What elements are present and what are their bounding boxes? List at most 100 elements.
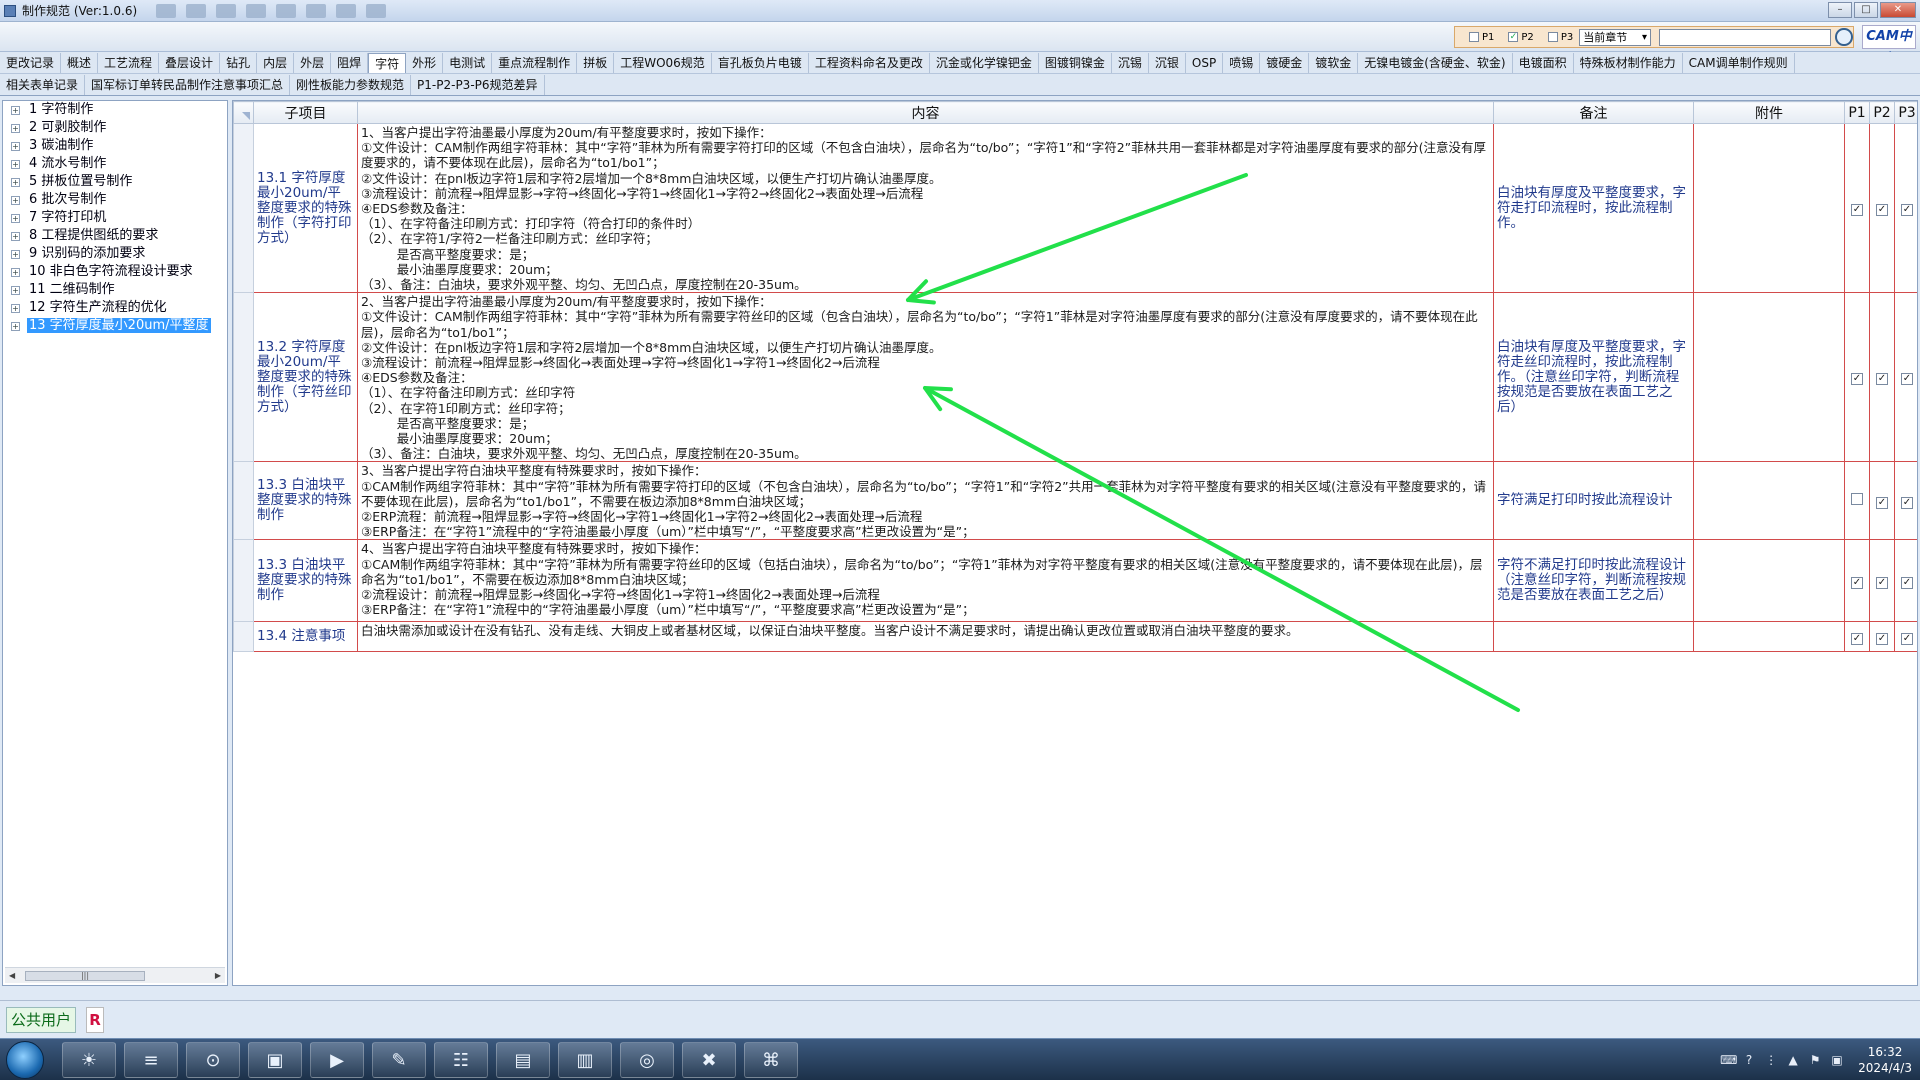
tab-26[interactable]: 特殊板材制作能力 xyxy=(1574,53,1683,73)
quick-access-icon[interactable] xyxy=(366,3,387,18)
search-input[interactable] xyxy=(1659,28,1832,46)
viewer-icon[interactable]: ◎ xyxy=(620,1042,674,1078)
expand-icon[interactable]: + xyxy=(11,286,20,295)
pen-icon[interactable]: ✎ xyxy=(372,1042,426,1078)
p1-checkbox[interactable]: ✓ xyxy=(1851,204,1863,217)
tab-22[interactable]: 镀硬金 xyxy=(1260,53,1310,73)
header-p3[interactable]: P3 xyxy=(1894,101,1917,124)
scroll-right-icon[interactable]: ▶ xyxy=(215,971,221,980)
tab-1[interactable]: 概述 xyxy=(61,53,99,73)
tab-12[interactable]: 拼板 xyxy=(577,53,615,73)
expand-icon[interactable]: + xyxy=(11,160,20,169)
p2-checkbox[interactable]: ✓ xyxy=(1876,576,1888,589)
header-attachment[interactable]: 附件 xyxy=(1693,101,1845,124)
tab-27[interactable]: CAM调单制作规则 xyxy=(1683,53,1795,73)
tab-3[interactable]: 叠层设计 xyxy=(159,53,221,73)
browser-icon[interactable]: ⊙ xyxy=(186,1042,240,1078)
expand-icon[interactable]: + xyxy=(11,304,20,313)
help-icon[interactable]: ? xyxy=(1742,1053,1756,1067)
attachment-cell[interactable] xyxy=(1693,292,1845,463)
attachment-cell[interactable] xyxy=(1693,621,1845,653)
tab-23[interactable]: 镀软金 xyxy=(1309,53,1359,73)
tab-15[interactable]: 工程资料命名及更改 xyxy=(809,53,930,73)
scroll-thumb[interactable]: ||| xyxy=(25,971,145,981)
header-corner[interactable] xyxy=(233,101,254,124)
header-remark[interactable]: 备注 xyxy=(1493,101,1694,124)
tree-item[interactable]: +12 字符生产流程的优化 xyxy=(3,299,227,317)
grid-row[interactable]: 13.3 白油块平整度要求的特殊制作 4、当客户提出字符白油块平整度有特殊要求时，… xyxy=(233,539,1917,623)
p3-checkbox[interactable]: ✓ xyxy=(1901,632,1913,645)
tab-20[interactable]: OSP xyxy=(1186,53,1224,73)
tree-item[interactable]: +10 非白色字符流程设计要求 xyxy=(3,263,227,281)
role-badge[interactable]: R xyxy=(86,1007,104,1033)
p3-checkbox[interactable]: ✓ xyxy=(1901,204,1913,217)
row-indicator[interactable] xyxy=(233,539,254,623)
tab-secondary-1[interactable]: 国军标订单转民品制作注意事项汇总 xyxy=(85,75,291,95)
tab-7[interactable]: 阻焊 xyxy=(331,53,369,73)
ime-icon[interactable]: ⋮ xyxy=(1764,1053,1778,1067)
tab-11[interactable]: 重点流程制作 xyxy=(492,53,578,73)
p2-checkbox[interactable]: ✓ xyxy=(1876,496,1888,509)
expand-icon[interactable]: + xyxy=(11,106,20,115)
p3-checkbox[interactable]: ✓ xyxy=(1901,496,1913,509)
header-content[interactable]: 内容 xyxy=(357,101,1494,124)
p2-checkbox[interactable]: ✓ xyxy=(1876,204,1888,217)
row-indicator[interactable] xyxy=(233,292,254,463)
tree-item[interactable]: +8 工程提供图纸的要求 xyxy=(3,227,227,245)
excel-icon[interactable]: ☷ xyxy=(434,1042,488,1078)
tab-24[interactable]: 无镍电镀金(含硬金、软金) xyxy=(1358,53,1513,73)
tab-secondary-0[interactable]: 相关表单记录 xyxy=(0,75,86,95)
p1-checkbox[interactable] xyxy=(1851,493,1863,506)
notepad-icon[interactable]: ≡ xyxy=(124,1042,178,1078)
attachment-cell[interactable] xyxy=(1693,122,1845,294)
p1-checkbox[interactable]: ✓ xyxy=(1851,576,1863,589)
quick-access-icon[interactable] xyxy=(276,3,297,18)
expand-icon[interactable]: + xyxy=(11,250,20,259)
quick-access-icon[interactable] xyxy=(336,3,357,18)
horizontal-scrollbar[interactable]: ◀ ||| ▶ xyxy=(5,967,225,983)
tab-secondary-3[interactable]: P1-P2-P3-P6规范差异 xyxy=(411,75,545,95)
tree-item[interactable]: +6 批次号制作 xyxy=(3,191,227,209)
tab-2[interactable]: 工艺流程 xyxy=(98,53,160,73)
expand-icon[interactable]: + xyxy=(11,322,20,331)
tab-13[interactable]: 工程WO06规范 xyxy=(614,53,712,73)
row-indicator[interactable] xyxy=(233,461,254,541)
expand-icon[interactable]: + xyxy=(11,142,20,151)
shell-icon[interactable]: ☀ xyxy=(62,1042,116,1078)
book-icon[interactable]: ▥ xyxy=(558,1042,612,1078)
quick-access-icon[interactable] xyxy=(156,3,177,18)
tab-4[interactable]: 钻孔 xyxy=(220,53,258,73)
tool-icon[interactable]: ✖ xyxy=(682,1042,736,1078)
close-button[interactable]: ✕ xyxy=(1880,2,1916,18)
quick-access-icon[interactable] xyxy=(306,3,327,18)
tab-10[interactable]: 电测试 xyxy=(443,53,493,73)
attachment-cell[interactable] xyxy=(1693,539,1845,623)
tab-16[interactable]: 沉金或化学镍钯金 xyxy=(930,53,1039,73)
grid-row[interactable]: 13.4 注意事项 白油块需添加或设计在没有钻孔、没有走线、大铜皮上或者基材区域，… xyxy=(233,621,1917,653)
row-indicator[interactable] xyxy=(233,122,254,294)
expand-icon[interactable]: + xyxy=(11,232,20,241)
grid-row[interactable]: 13.2 字符厚度最小20um/平整度要求的特殊制作（字符丝印方式） 2、当客户提… xyxy=(233,292,1917,463)
attachment-cell[interactable] xyxy=(1693,461,1845,541)
clock[interactable]: 16:32 2024/4/3 xyxy=(1858,1044,1912,1076)
header-sub-item[interactable]: 子项目 xyxy=(253,101,358,124)
p2-filter[interactable]: ✓ P2 xyxy=(1508,32,1534,43)
tree-item[interactable]: +9 识别码的添加要求 xyxy=(3,245,227,263)
quick-access-icon[interactable] xyxy=(246,3,267,18)
header-p1[interactable]: P1 xyxy=(1844,101,1870,124)
expand-icon[interactable]: + xyxy=(11,178,20,187)
tree-item[interactable]: +3 碳油制作 xyxy=(3,137,227,155)
row-indicator[interactable] xyxy=(233,621,254,653)
scroll-left-icon[interactable]: ◀ xyxy=(9,971,15,980)
header-p2[interactable]: P2 xyxy=(1869,101,1895,124)
tree-item[interactable]: +1 字符制作 xyxy=(3,101,227,119)
expand-icon[interactable]: + xyxy=(11,196,20,205)
start-button[interactable] xyxy=(6,1041,44,1079)
tab-14[interactable]: 盲孔板负片电镀 xyxy=(712,53,809,73)
tree-item[interactable]: +7 字符打印机 xyxy=(3,209,227,227)
tab-18[interactable]: 沉锡 xyxy=(1112,53,1149,73)
flag-icon[interactable]: ⚑ xyxy=(1808,1053,1822,1067)
expand-icon[interactable]: + xyxy=(11,214,20,223)
tray-expand-icon[interactable]: ▲ xyxy=(1786,1053,1800,1067)
tab-21[interactable]: 喷锡 xyxy=(1223,53,1261,73)
